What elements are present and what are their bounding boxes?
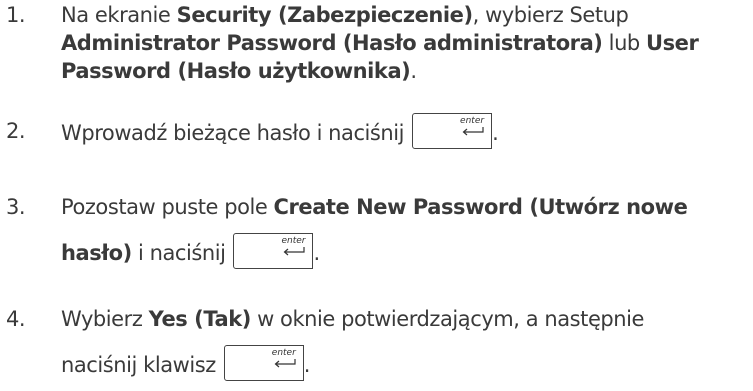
enter-key-label: enter <box>271 348 296 358</box>
enter-key: enter <box>223 345 304 381</box>
step-number: 3. <box>6 195 26 219</box>
enter-arrow-icon <box>274 359 296 368</box>
text: . <box>313 241 320 265</box>
text: Na ekranie <box>61 3 177 27</box>
step-3-line-1: Pozostaw puste pole Create New Password … <box>61 192 688 222</box>
step-4-line-2: naciśnij klawisz enter. <box>61 345 311 384</box>
text: w oknie potwierdzającym, a następnie <box>250 307 645 331</box>
text-bold: User <box>646 31 699 55</box>
enter-key: enter <box>233 233 314 269</box>
text: lub <box>602 31 647 55</box>
instruction-page: 1. Na ekranie Security (Zabezpieczenie),… <box>0 0 753 391</box>
step-2-line-1: Wprowadź bieżące hasło i naciśnij enter. <box>61 113 499 152</box>
enter-key-label: enter <box>460 116 485 126</box>
text-bold: Password (Hasło użytkownika) <box>61 59 411 83</box>
step-4-line-1: Wybierz Yes (Tak) w oknie potwierdzający… <box>61 304 644 334</box>
text: Pozostaw puste pole <box>61 195 274 219</box>
enter-arrow-icon <box>284 247 306 256</box>
text-bold: Create New Password (Utwórz nowe <box>273 195 688 219</box>
step-1-line-3: Password (Hasło użytkownika). <box>61 56 417 86</box>
step-1-line-1: Na ekranie Security (Zabezpieczenie), wy… <box>61 0 629 30</box>
text: Wybierz <box>61 307 149 331</box>
step-number: 4. <box>6 307 26 331</box>
text-bold: Yes (Tak) <box>148 307 252 331</box>
text: . <box>492 121 499 145</box>
step-number: 1. <box>6 3 26 27</box>
text-bold: Security (Zabezpieczenie) <box>176 3 473 27</box>
enter-arrow-icon <box>462 127 484 136</box>
text-bold: Administrator Password (Hasło administra… <box>61 31 603 55</box>
text: Wprowadź bieżące hasło i naciśnij <box>61 121 405 145</box>
text-bold: hasło) <box>61 241 132 265</box>
text: , wybierz Setup <box>472 3 629 27</box>
text: i naciśnij <box>131 241 226 265</box>
text: naciśnij klawisz <box>61 353 216 377</box>
text: . <box>303 353 311 377</box>
step-1-line-2: Administrator Password (Hasło administra… <box>61 28 699 58</box>
step-number: 2. <box>6 119 26 143</box>
enter-key: enter <box>412 113 493 149</box>
step-3-line-2: hasło) i naciśnij enter. <box>61 233 320 272</box>
enter-key-label: enter <box>281 236 306 246</box>
text: . <box>410 59 417 83</box>
